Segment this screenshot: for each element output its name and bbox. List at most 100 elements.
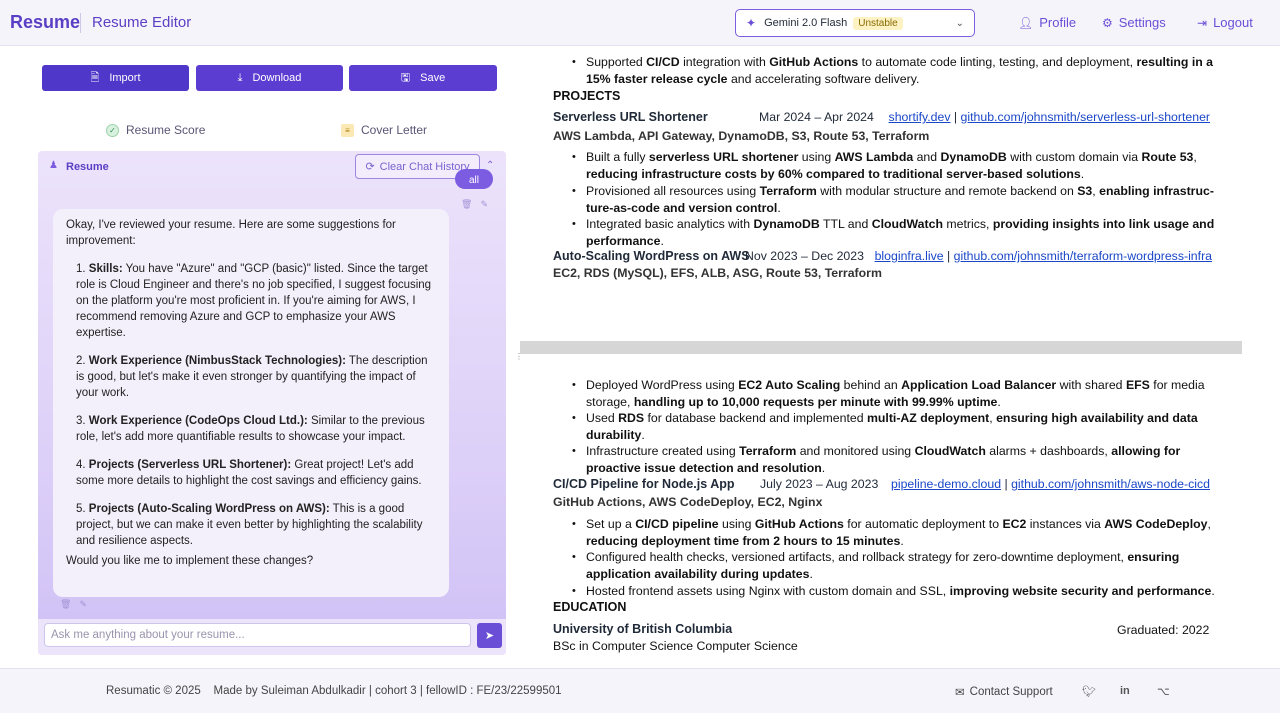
page-break	[520, 341, 1242, 354]
bullet-icon: •	[572, 585, 576, 597]
user-message: all	[455, 169, 493, 189]
section-heading-projects: PROJECTS	[553, 89, 621, 103]
list-item: 3. Work Experience (CodeOps Cloud Ltd.):…	[76, 415, 425, 443]
mail-icon: ✉	[955, 687, 965, 699]
document-icon: ≡	[341, 123, 354, 137]
save-button[interactable]: 🖫 Save	[349, 65, 497, 91]
assistant-intro: Okay, I've reviewed your resume. Here ar…	[66, 219, 396, 247]
resume-bullet: Set up a CI/CD pipeline using GitHub Act…	[586, 517, 1211, 548]
tab-bar: ✓ Resume Score ≡ Cover Letter	[38, 117, 506, 147]
model-select[interactable]: ✦ Gemini 2.0 Flash Unstable ⌄	[735, 9, 975, 37]
chat-panel: ♟ Resume ⟳ Clear Chat History ⌃ all 🗑︎ ✎…	[38, 151, 506, 655]
degree: BSc in Computer Science Computer Science	[553, 639, 798, 653]
project-link[interactable]: bloginfra.live	[875, 249, 944, 263]
save-icon: 🖫	[400, 71, 411, 84]
brand-logo[interactable]: Resume	[10, 12, 80, 33]
editor-panel: 🗎 Import ⤓ Download 🖫 Save ✓ Resume Scor…	[38, 57, 506, 655]
refresh-icon: ⟳	[365, 161, 375, 173]
download-label: Download	[252, 72, 302, 84]
bullet-icon: •	[572, 551, 576, 563]
tab-cover-letter-label: Cover Letter	[361, 123, 428, 137]
nav-logout-label: Logout	[1213, 15, 1253, 30]
model-name: Gemini 2.0 Flash	[764, 17, 848, 29]
nav-settings-label: Settings	[1118, 15, 1166, 30]
suggestion-list: 1. Skills: You have "Azure" and "GCP (ba…	[66, 261, 436, 549]
trash-icon[interactable]: 🗑︎	[461, 199, 472, 210]
page-title: Resume Editor	[92, 14, 192, 31]
list-item: 4. Projects (Serverless URL Shortener): …	[76, 459, 422, 487]
github-icon[interactable]: ⌥	[1157, 685, 1170, 698]
resume-bullet: Configured health checks, versioned arti…	[586, 550, 1180, 581]
file-icon: 🗎	[90, 71, 100, 84]
logout-icon: ⇥	[1197, 15, 1208, 30]
section-heading-education: EDUCATION	[553, 600, 627, 614]
tab-cover-letter[interactable]: ≡ Cover Letter	[341, 123, 427, 137]
clear-chat-label: Clear Chat History	[379, 160, 470, 173]
project-title: Serverless URL Shortener	[553, 110, 708, 124]
resume-bullet: Hosted frontend assets using Nginx with …	[586, 584, 1215, 598]
project-title: CI/CD Pipeline for Node.js App	[553, 477, 735, 491]
graduation-date: Graduated: 2022	[1117, 623, 1210, 637]
project-title: Auto-Scaling WordPress on AWS	[553, 249, 750, 263]
project-link[interactable]: github.com/johnsmith/serverless-url-shor…	[961, 110, 1210, 124]
resume-bullet: Supported CI/CD integration with GitHub …	[586, 55, 1214, 86]
trash-icon[interactable]: 🗑︎	[60, 599, 71, 610]
user-message-actions: 🗑︎ ✎	[461, 199, 488, 210]
nav-profile[interactable]: 👤︎ Profile	[1018, 15, 1076, 30]
chat-title: Resume	[66, 161, 109, 173]
top-header: Resume Resume Editor ✦ Gemini 2.0 Flash …	[0, 0, 1280, 46]
download-button[interactable]: ⤓ Download	[196, 65, 343, 91]
list-item: 1. Skills: You have "Azure" and "GCP (ba…	[76, 263, 432, 339]
project-date: Nov 2023 – Dec 2023	[745, 249, 864, 263]
save-label: Save	[420, 72, 446, 84]
resume-bullet: Deployed WordPress using EC2 Auto Scalin…	[586, 378, 1205, 409]
resume-bullet: Infrastructure created using Terraform a…	[586, 444, 1181, 475]
bullet-icon: •	[572, 379, 576, 391]
bullet-icon: •	[572, 518, 576, 530]
nav-profile-label: Profile	[1039, 15, 1077, 30]
school-name: University of British Columbia	[553, 622, 733, 636]
resume-bullet: Integrated basic analytics with DynamoDB…	[586, 217, 1215, 248]
project-tech: EC2, RDS (MySQL), EFS, ALB, ASG, Route 5…	[553, 266, 882, 280]
project-tech: GitHub Actions, AWS CodeDeploy, EC2, Ngi…	[553, 495, 823, 509]
edit-icon[interactable]: ✎	[480, 199, 488, 210]
gear-icon: ⚙	[1102, 15, 1113, 30]
list-item: 2. Work Experience (NimbusStack Technolo…	[76, 355, 428, 399]
download-icon: ⤓	[237, 71, 243, 84]
bullet-icon: •	[572, 151, 576, 163]
contact-support-link[interactable]: ✉ Contact Support	[955, 685, 1053, 699]
project-link[interactable]: github.com/johnsmith/aws-node-cicd	[1011, 477, 1210, 491]
bullet-icon: •	[572, 185, 576, 197]
nav-settings[interactable]: ⚙ Settings	[1102, 15, 1166, 30]
project-link[interactable]: pipeline-demo.cloud	[891, 477, 1001, 491]
bullet-icon: •	[572, 412, 576, 424]
project-date: July 2023 – Aug 2023	[760, 477, 879, 491]
resume-bullet: Provisioned all resources using Terrafor…	[586, 184, 1214, 215]
tab-resume-score-label: Resume Score	[126, 123, 206, 137]
project-links: shortify.dev | github.com/johnsmith/serv…	[888, 110, 1210, 124]
nav-logout[interactable]: ⇥ Logout	[1197, 15, 1253, 30]
tab-resume-score[interactable]: ✓ Resume Score	[106, 123, 205, 137]
send-icon: ➤	[484, 630, 495, 642]
resume-bullet: Used RDS for database backend and implem…	[586, 411, 1198, 442]
list-item: 5. Projects (Auto-Scaling WordPress on A…	[76, 503, 423, 547]
brand-divider	[80, 13, 81, 33]
import-button[interactable]: 🗎 Import	[42, 65, 189, 91]
linkedin-icon[interactable]: in	[1120, 685, 1130, 697]
twitter-icon[interactable]: 🐦︎	[1082, 685, 1096, 698]
assistant-message-actions: 🗑︎ ✎	[60, 599, 87, 610]
project-link[interactable]: github.com/johnsmith/terraform-wordpress…	[954, 249, 1212, 263]
check-circle-icon: ✓	[106, 123, 119, 137]
edit-icon[interactable]: ✎	[79, 599, 87, 610]
chat-input[interactable]	[44, 623, 471, 647]
send-button[interactable]: ➤	[477, 623, 502, 648]
assistant-message: Okay, I've reviewed your resume. Here ar…	[53, 209, 449, 597]
chevron-down-icon: ⌄	[955, 17, 964, 29]
project-link[interactable]: shortify.dev	[889, 110, 951, 124]
project-links: pipeline-demo.cloud | github.com/johnsmi…	[891, 477, 1210, 491]
resume-bullet: Built a fully serverless URL shortener u…	[586, 150, 1197, 181]
sparkle-icon: ✦	[746, 16, 757, 30]
project-tech: AWS Lambda, API Gateway, DynamoDB, S3, R…	[553, 129, 930, 143]
bullet-icon: •	[572, 56, 576, 68]
footer: Resumatic © 2025 Made by Suleiman Abdulk…	[0, 668, 1280, 713]
